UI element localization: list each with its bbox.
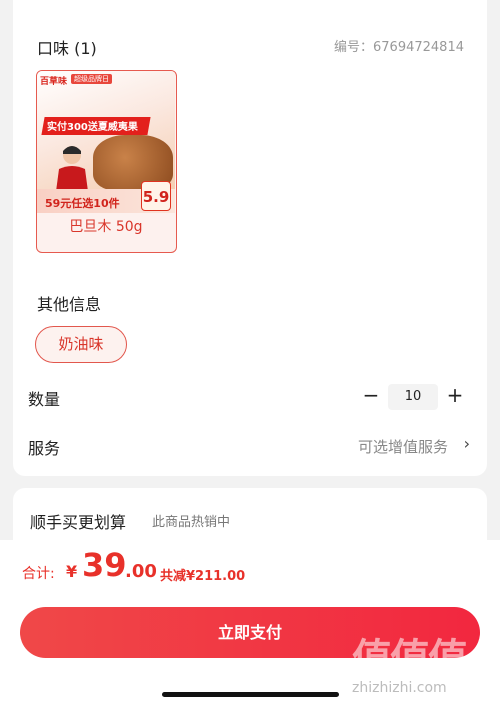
brand-logo: 百草味	[40, 77, 68, 87]
total-currency: ¥	[66, 562, 78, 581]
chevron-right-icon[interactable]: ›	[464, 434, 470, 453]
recommend-subtitle: 此商品热销中	[152, 515, 231, 530]
flavor-section-title: 口味 (1)	[37, 39, 97, 58]
promo-banner-text: 实付300送夏威夷果	[47, 122, 138, 133]
recommend-title: 顺手买更划算	[30, 513, 127, 532]
service-value-link[interactable]: 可选增值服务	[358, 436, 448, 457]
home-indicator[interactable]	[162, 692, 339, 697]
price-tag: 5.9	[141, 181, 171, 211]
quantity-label: 数量	[28, 390, 61, 409]
total-amount-integer: 39	[82, 546, 127, 584]
other-info-title: 其他信息	[37, 295, 102, 314]
watermark-site: zhizhizhi.com	[352, 680, 447, 696]
deal-text: 59元任选10件	[45, 197, 120, 210]
sku-option-card[interactable]: 百草味 超级品牌日 实付300送夏威夷果 59元任选10件 5.9 巴旦木 50…	[36, 70, 177, 253]
watermark-logo: 值值值	[352, 636, 468, 682]
brand-day-tag: 超级品牌日	[71, 74, 112, 84]
sku-product-image: 百草味 超级品牌日 实付300送夏威夷果 59元任选10件 5.9	[37, 71, 175, 213]
quantity-input[interactable]: 10	[388, 384, 438, 410]
quantity-increase-button[interactable]: +	[446, 384, 464, 408]
option-chip-cream[interactable]: 奶油味	[35, 326, 127, 363]
sku-option-label: 巴旦木 50g	[69, 219, 143, 235]
total-saving: 共减¥211.00	[160, 569, 246, 584]
total-amount-decimal: .00	[125, 561, 157, 582]
service-label: 服务	[28, 439, 61, 458]
product-code: 编号：67694724814	[334, 40, 464, 55]
total-label: 合计:	[22, 566, 55, 582]
quantity-decrease-button[interactable]: −	[362, 384, 380, 408]
